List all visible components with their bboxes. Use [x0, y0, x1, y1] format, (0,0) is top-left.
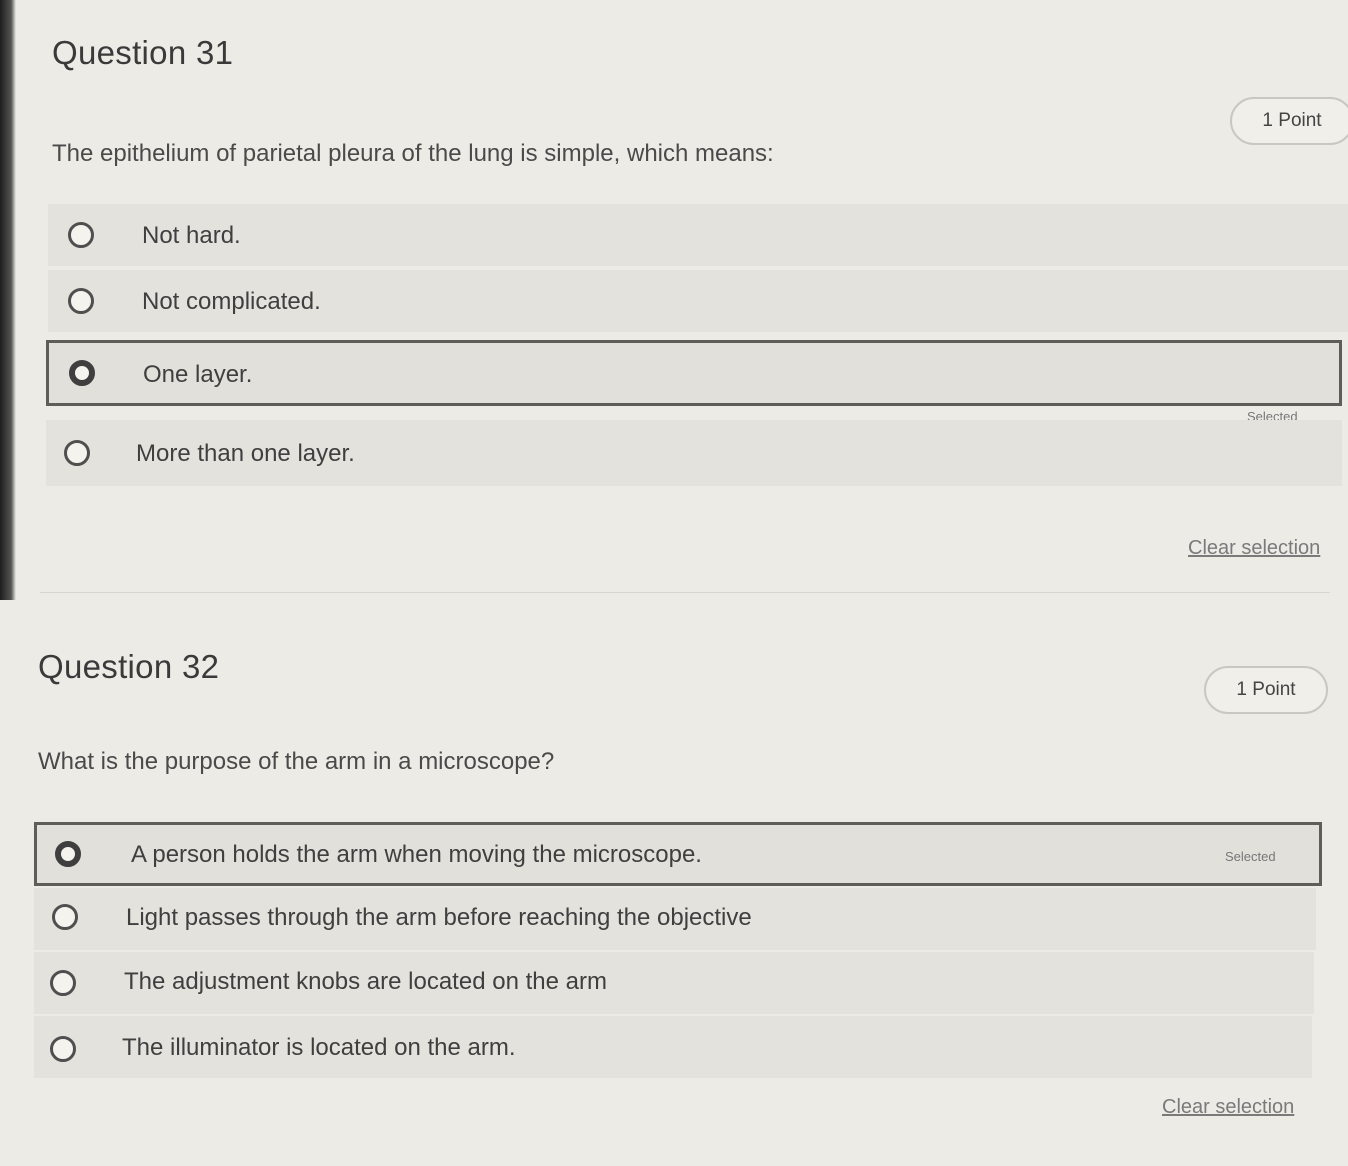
option-more-than-one-layer[interactable]: More than one layer.: [46, 420, 1342, 486]
option-label: Not complicated.: [142, 288, 321, 315]
option-label: More than one layer.: [136, 440, 355, 467]
radio-unchecked-icon[interactable]: [52, 904, 78, 930]
radio-unchecked-icon[interactable]: [50, 1036, 76, 1062]
radio-checked-icon[interactable]: [69, 360, 95, 386]
option-illuminator[interactable]: The illuminator is located on the arm.: [34, 1016, 1312, 1078]
radio-unchecked-icon[interactable]: [68, 288, 94, 314]
question-divider: [40, 592, 1330, 593]
option-light-passes[interactable]: Light passes through the arm before reac…: [34, 888, 1316, 950]
points-badge: 1 Point: [1230, 97, 1348, 145]
option-not-hard[interactable]: Not hard.: [48, 204, 1348, 266]
radio-checked-icon[interactable]: [55, 841, 81, 867]
radio-unchecked-icon[interactable]: [64, 440, 90, 466]
option-label: One layer.: [143, 361, 253, 388]
question-title: Question 31: [52, 34, 234, 71]
option-label: The adjustment knobs are located on the …: [124, 968, 607, 995]
question-prompt: The epithelium of parietal pleura of the…: [52, 140, 774, 167]
option-label: Light passes through the arm before reac…: [126, 904, 752, 931]
selected-tag: Selected: [1225, 849, 1276, 864]
option-label: Not hard.: [142, 222, 241, 249]
clear-selection-link[interactable]: Clear selection: [1188, 537, 1320, 560]
option-adjustment-knobs[interactable]: The adjustment knobs are located on the …: [34, 952, 1314, 1014]
option-not-complicated[interactable]: Not complicated.: [48, 270, 1348, 332]
question-title: Question 32: [38, 648, 220, 685]
option-label: The illuminator is located on the arm.: [122, 1034, 516, 1061]
radio-unchecked-icon[interactable]: [68, 222, 94, 248]
left-edge-shadow: [0, 0, 16, 600]
option-one-layer[interactable]: One layer. Selected: [46, 340, 1342, 424]
points-badge: 1 Point: [1204, 666, 1328, 714]
clear-selection-link[interactable]: Clear selection: [1162, 1096, 1294, 1119]
option-label: A person holds the arm when moving the m…: [131, 841, 702, 868]
radio-unchecked-icon[interactable]: [50, 970, 76, 996]
option-person-holds-arm[interactable]: A person holds the arm when moving the m…: [34, 822, 1322, 886]
question-prompt: What is the purpose of the arm in a micr…: [38, 748, 555, 775]
